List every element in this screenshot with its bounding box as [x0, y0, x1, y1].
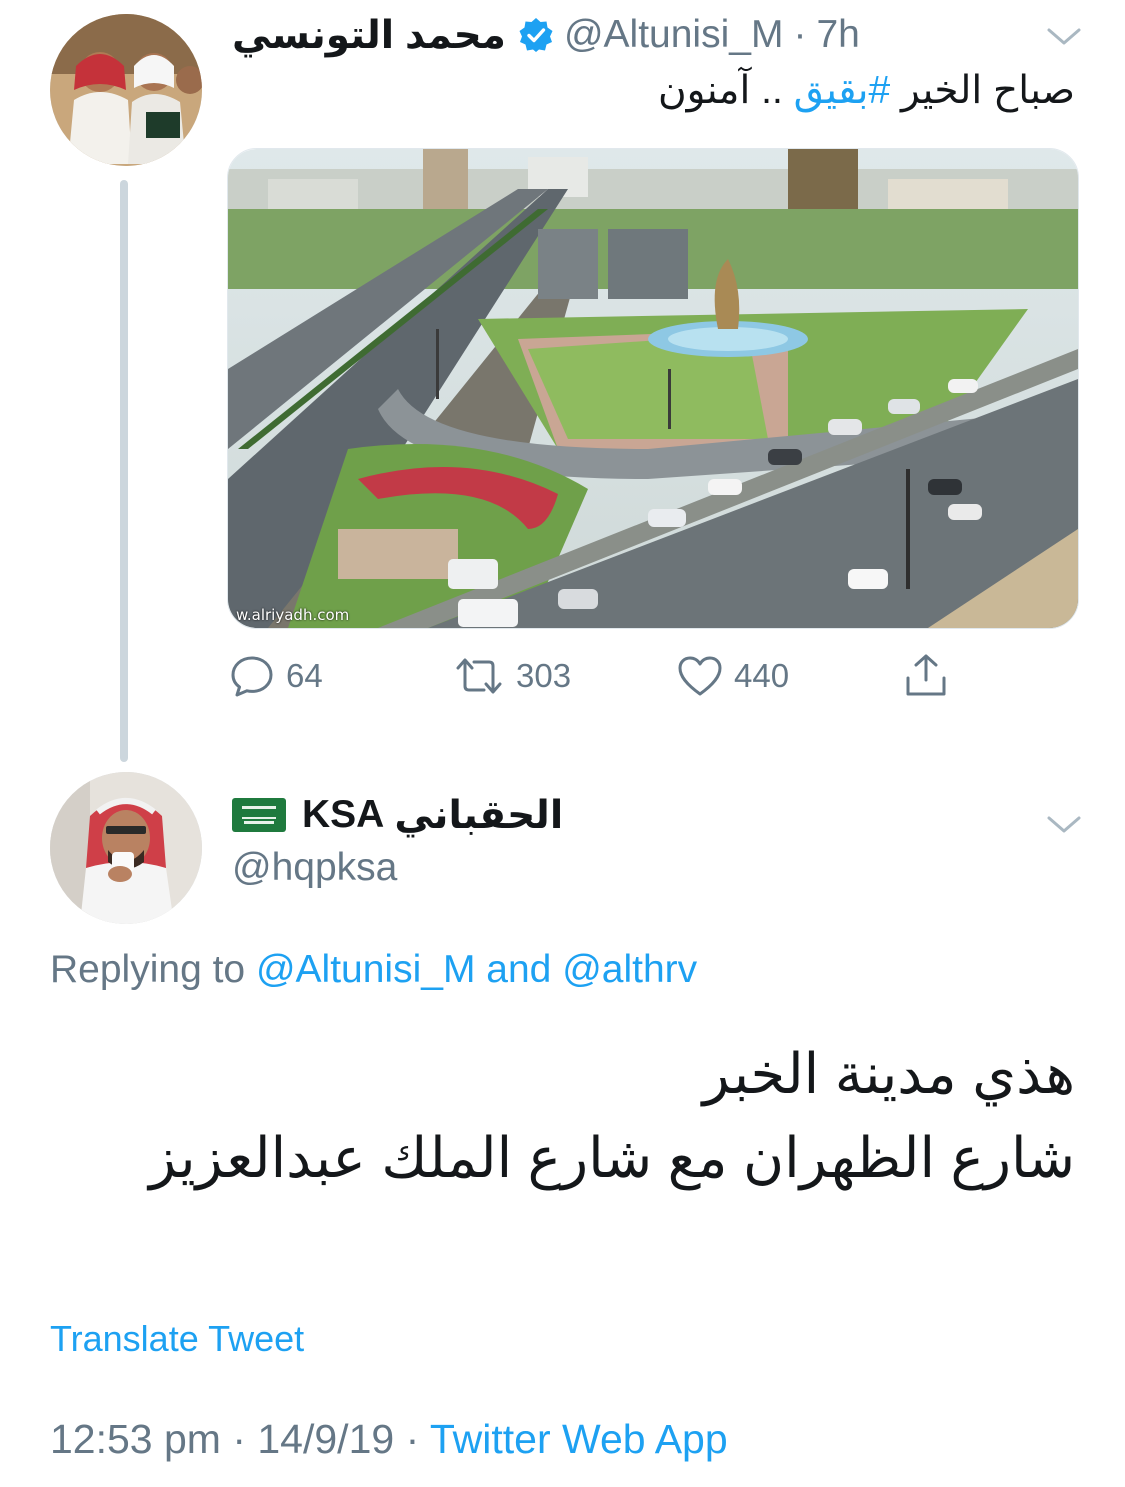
tweet-text: صباح الخير #بقيق .. آمنون [658, 68, 1075, 113]
reply-text-line: هذي مدينة الخبر [702, 1042, 1075, 1105]
image-watermark: w.alriyadh.com [236, 606, 350, 624]
reply-author-name-ar[interactable]: الحقباني [394, 793, 563, 838]
source-app-link[interactable]: Twitter Web App [430, 1416, 728, 1462]
saudi-flag-icon [232, 798, 286, 832]
separator-dot: · [793, 13, 807, 56]
mention-link[interactable]: @Altunisi_M [256, 948, 476, 991]
chevron-down-icon[interactable] [1046, 814, 1082, 836]
share-icon [906, 654, 946, 696]
reply-tweet-text: هذي مدينة الخبر شارع الظهران مع شارع الم… [149, 1032, 1075, 1200]
translate-tweet-link[interactable]: Translate Tweet [50, 1318, 304, 1360]
tweet-image[interactable] [227, 148, 1079, 629]
reply-author-avatar[interactable] [50, 772, 202, 924]
like-icon [678, 656, 722, 696]
retweet-icon [456, 658, 502, 694]
chevron-down-icon[interactable] [1046, 26, 1082, 48]
mention-link[interactable]: @althrv [562, 948, 697, 991]
reply-text-line: شارع الظهران مع شارع الملك عبدالعزيز [149, 1126, 1075, 1189]
reply-button[interactable]: 64 [228, 652, 323, 700]
like-count: 440 [734, 657, 790, 694]
author-avatar[interactable] [50, 14, 202, 166]
tweet-text-end: .. آمنون [658, 69, 794, 112]
like-button[interactable]: 440 [676, 652, 789, 700]
hashtag-link[interactable]: #بقيق [794, 69, 891, 112]
verified-badge-icon [519, 18, 553, 52]
thread-connector-line [120, 180, 128, 762]
timestamp-text[interactable]: 12:53 pm · 14/9/19 · [50, 1416, 430, 1462]
reply-icon [231, 656, 273, 697]
retweet-count: 303 [516, 657, 572, 694]
author-handle[interactable]: @Altunisi_M [564, 13, 784, 57]
share-button[interactable] [902, 652, 950, 700]
tweet-timestamp: 12:53 pm · 14/9/19 · Twitter Web App [50, 1416, 728, 1463]
reply-author-handle[interactable]: @hqpksa [232, 846, 397, 890]
reply-count: 64 [286, 657, 323, 694]
tweet-text-start: صباح الخير [890, 69, 1075, 112]
tweet-time[interactable]: 7h [816, 13, 859, 57]
author-name[interactable]: محمد التونسي [232, 13, 506, 58]
replying-prefix: Replying to [50, 948, 256, 991]
reply-author-name-en[interactable]: KSA [302, 793, 384, 837]
reply-tweet-header: KSA الحقباني [232, 790, 563, 840]
replying-to: Replying to @Altunisi_M and @althrv [50, 948, 697, 992]
tweet-header: محمد التونسي @Altunisi_M · 7h [232, 12, 922, 58]
retweet-button[interactable]: 303 [452, 652, 571, 700]
mention-and: and [475, 948, 563, 991]
